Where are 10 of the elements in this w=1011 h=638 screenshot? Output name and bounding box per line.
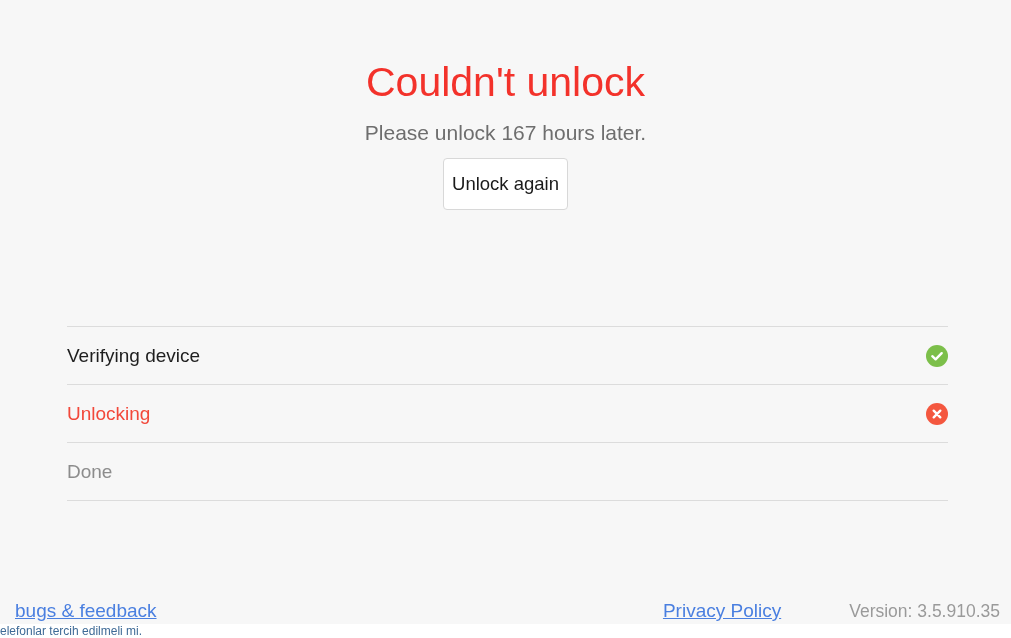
step-label: Done xyxy=(67,459,113,484)
step-label: Unlocking xyxy=(67,401,151,426)
wait-message: Please unlock 167 hours later. xyxy=(364,120,647,146)
step-label: Verifying device xyxy=(67,343,201,368)
version-text: Version: 3.5.910.35 xyxy=(849,600,1000,623)
feedback-link[interactable]: bugs & feedback xyxy=(15,598,157,624)
privacy-policy-link[interactable]: Privacy Policy xyxy=(662,598,782,624)
error-title: Couldn't unlock xyxy=(365,58,646,106)
unlock-again-button[interactable]: Unlock again xyxy=(443,158,568,210)
background-page-text: elefonlar tercih edilmeli mi. xyxy=(0,624,143,638)
